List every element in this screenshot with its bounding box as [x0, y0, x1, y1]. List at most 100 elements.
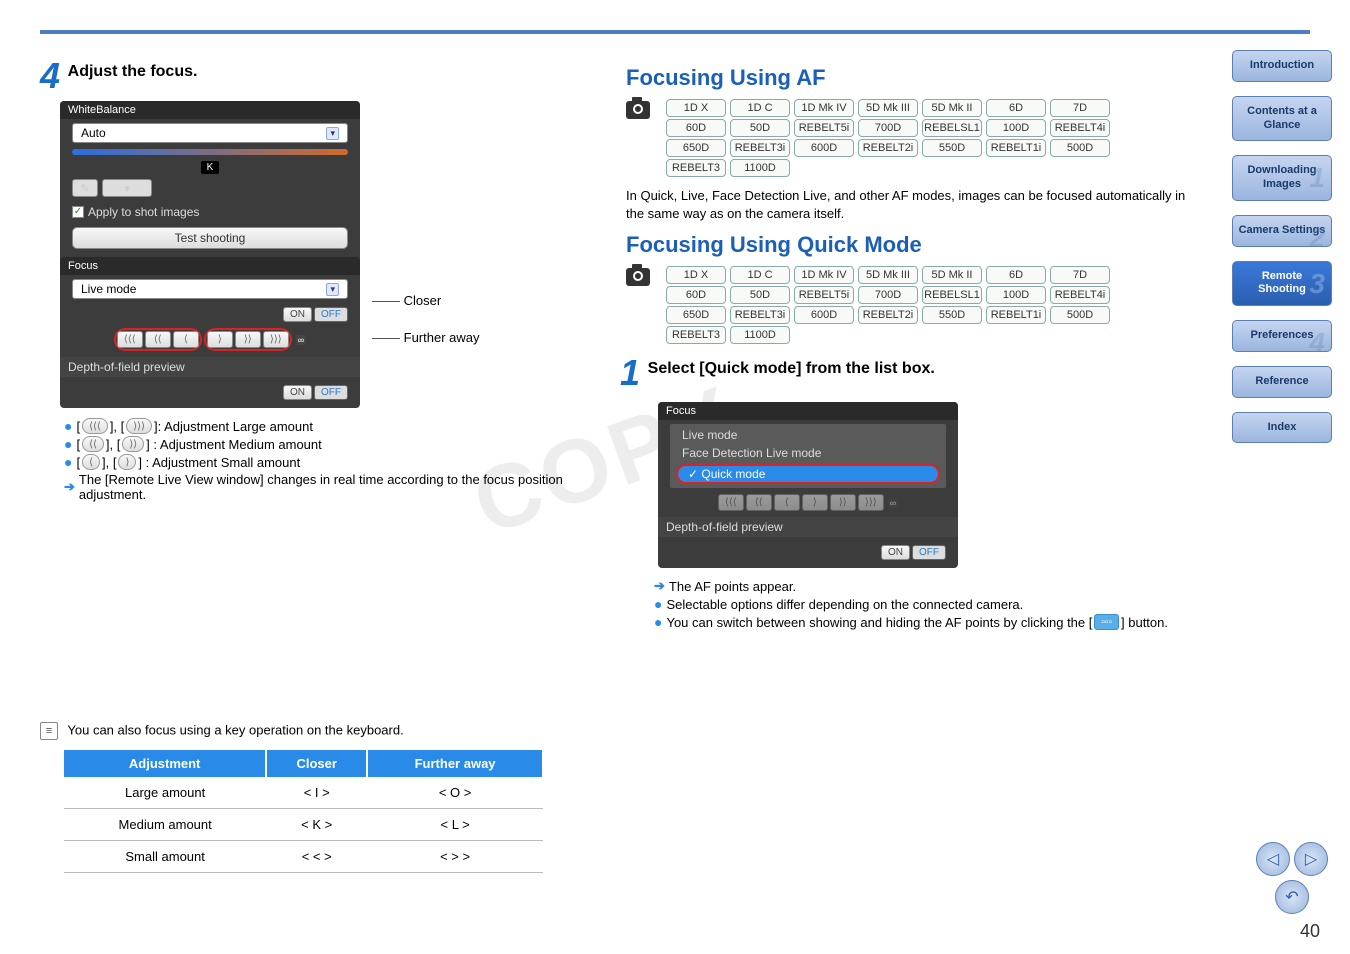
af-description: In Quick, Live, Face Detection Live, and…	[626, 187, 1200, 222]
model-chip: REBELT2i	[858, 139, 918, 157]
td-r2c3: < L >	[367, 809, 543, 841]
top-div-line	[40, 30, 1310, 34]
single-right-icon: ⟩	[118, 454, 136, 470]
b1-text-b: ], [	[110, 419, 124, 434]
focus-mode-value: Live mode	[81, 282, 136, 296]
model-chip: 700D	[858, 286, 918, 304]
model-chip: 550D	[922, 139, 982, 157]
further-annotation: Further away	[372, 330, 480, 345]
arrow-icon: ⟩⟩	[830, 494, 856, 511]
quick-model-grid: 1D X 1D C 1D Mk IV 5D Mk III 5D Mk II 6D…	[666, 264, 1110, 346]
back-button[interactable]: ↶	[1275, 880, 1309, 914]
model-chip: 600D	[794, 139, 854, 157]
nav-remote-shooting[interactable]: Remote Shooting3	[1232, 261, 1332, 307]
td-r3c1: Small amount	[64, 841, 266, 873]
page-nav-controls: ◁ ▷ ↶	[1256, 842, 1328, 914]
apply-shot-label: Apply to shot images	[88, 205, 199, 219]
test-shooting-button: Test shooting	[72, 227, 348, 249]
nav-downloading[interactable]: Downloading Images1	[1232, 155, 1332, 201]
model-chip: 60D	[666, 119, 726, 137]
nav-camera-settings[interactable]: Camera Settings2	[1232, 215, 1332, 247]
b2-text-a: [	[76, 437, 80, 452]
nav-pref-label: Preferences	[1251, 329, 1314, 341]
quick-live-mode: Live mode	[670, 426, 946, 444]
result-arrow-icon: ➔	[64, 479, 75, 495]
white-balance-panel: WhiteBalance Auto ▾ K ✎ ▾	[60, 101, 360, 408]
wb-value: Auto	[81, 126, 106, 140]
step1-title: Select [Quick mode] from the list box.	[648, 360, 935, 378]
model-chip: 1D C	[730, 99, 790, 117]
model-chip: 5D Mk II	[922, 266, 982, 284]
model-chip: REBELT5i	[794, 119, 854, 137]
further-label: Further away	[404, 330, 480, 345]
model-chip: REBELT3i	[730, 306, 790, 324]
model-chip: REBELT4i	[1050, 286, 1110, 304]
model-chip: 1100D	[730, 326, 790, 344]
dof-on-btn: ON	[283, 385, 312, 400]
nav-introduction[interactable]: Introduction	[1232, 50, 1332, 82]
b2-text-b: ], [	[106, 437, 120, 452]
model-chip: REBELSL1	[922, 286, 982, 304]
td-r2c1: Medium amount	[64, 809, 266, 841]
nav-preferences[interactable]: Preferences4	[1232, 320, 1332, 352]
step1-number: 1	[620, 352, 640, 394]
model-chip: 600D	[794, 306, 854, 324]
prev-page-button[interactable]: ◁	[1256, 842, 1290, 876]
bullet-dot-icon: ●	[64, 436, 72, 452]
dropdown-arrow-icon: ▾	[326, 283, 339, 296]
model-chip: 1D Mk IV	[794, 99, 854, 117]
apply-shot-checkbox: ✓	[72, 206, 84, 218]
quick-mode-panel: Focus Live mode Face Detection Live mode…	[658, 402, 958, 568]
model-chip: 6D	[986, 266, 1046, 284]
dof-off-btn: OFF	[314, 385, 348, 400]
p3a-text: You can switch between showing and hidin…	[666, 615, 1092, 630]
focus-mode-select: Live mode ▾	[72, 279, 348, 299]
model-chip: 1D C	[730, 266, 790, 284]
arrow-icon: ⟨⟨⟨	[718, 494, 744, 511]
bullet-dot-icon: ●	[64, 418, 72, 434]
nav-index[interactable]: Index	[1232, 412, 1332, 444]
bullet-dot-icon: ●	[654, 614, 662, 630]
focusing-quick-header: Focusing Using Quick Mode	[626, 232, 1200, 258]
adjustment-bullets: ● [ ⟨⟨⟨ ], [ ⟩⟩⟩ ]: Adjustment Large amo…	[64, 418, 600, 502]
ghost-1-icon: 1	[1309, 160, 1325, 195]
next-page-button[interactable]: ▷	[1294, 842, 1328, 876]
nav-remote-label: Remote Shooting	[1258, 270, 1306, 296]
model-chip: 1D X	[666, 266, 726, 284]
model-chip: 60D	[666, 286, 726, 304]
arrow-icon: ⟩	[802, 494, 828, 511]
nav-sidebar: Introduction Contents at a Glance Downlo…	[1232, 50, 1332, 457]
wb-select: Auto ▾	[72, 123, 348, 143]
keyboard-table: Adjustment Closer Further away Large amo…	[64, 750, 544, 873]
th-further: Further away	[367, 750, 543, 777]
model-chip: 550D	[922, 306, 982, 324]
td-r1c3: < O >	[367, 777, 543, 809]
nav-contents[interactable]: Contents at a Glance	[1232, 96, 1332, 142]
model-chip: 100D	[986, 119, 1046, 137]
model-chip: REBELT3i	[730, 139, 790, 157]
model-chip: REBELT1i	[986, 139, 1046, 157]
focus-further-med-icon: ⟩⟩	[235, 331, 261, 348]
model-chip: 5D Mk II	[922, 99, 982, 117]
focus-closer-large-icon: ⟨⟨⟨	[117, 331, 143, 348]
model-chip: 650D	[666, 306, 726, 324]
td-r1c2: < I >	[266, 777, 367, 809]
model-chip: 7D	[1050, 99, 1110, 117]
nav-reference[interactable]: Reference	[1232, 366, 1332, 398]
b3-text-a: [	[76, 455, 80, 470]
model-chip: 500D	[1050, 306, 1110, 324]
quick-result-bullets: ➔The AF points appear. ●Selectable optio…	[654, 578, 1200, 630]
model-chip: REBELT5i	[794, 286, 854, 304]
p1-text: The AF points appear.	[669, 579, 796, 594]
arrow-icon: ⟨⟨	[746, 494, 772, 511]
model-chip: 5D Mk III	[858, 99, 918, 117]
arrow-icon: ⟩⟩⟩	[858, 494, 884, 511]
model-chip: 6D	[986, 99, 1046, 117]
b1-text-c: ]: Adjustment Large amount	[154, 419, 313, 434]
focus-on-btn: ON	[283, 307, 312, 322]
arrow-icon: ⟨	[774, 494, 800, 511]
focus-header: Focus	[60, 257, 360, 275]
ghost-4-icon: 4	[1309, 325, 1325, 360]
k-badge: K	[201, 161, 220, 174]
step4-number: 4	[40, 55, 60, 97]
